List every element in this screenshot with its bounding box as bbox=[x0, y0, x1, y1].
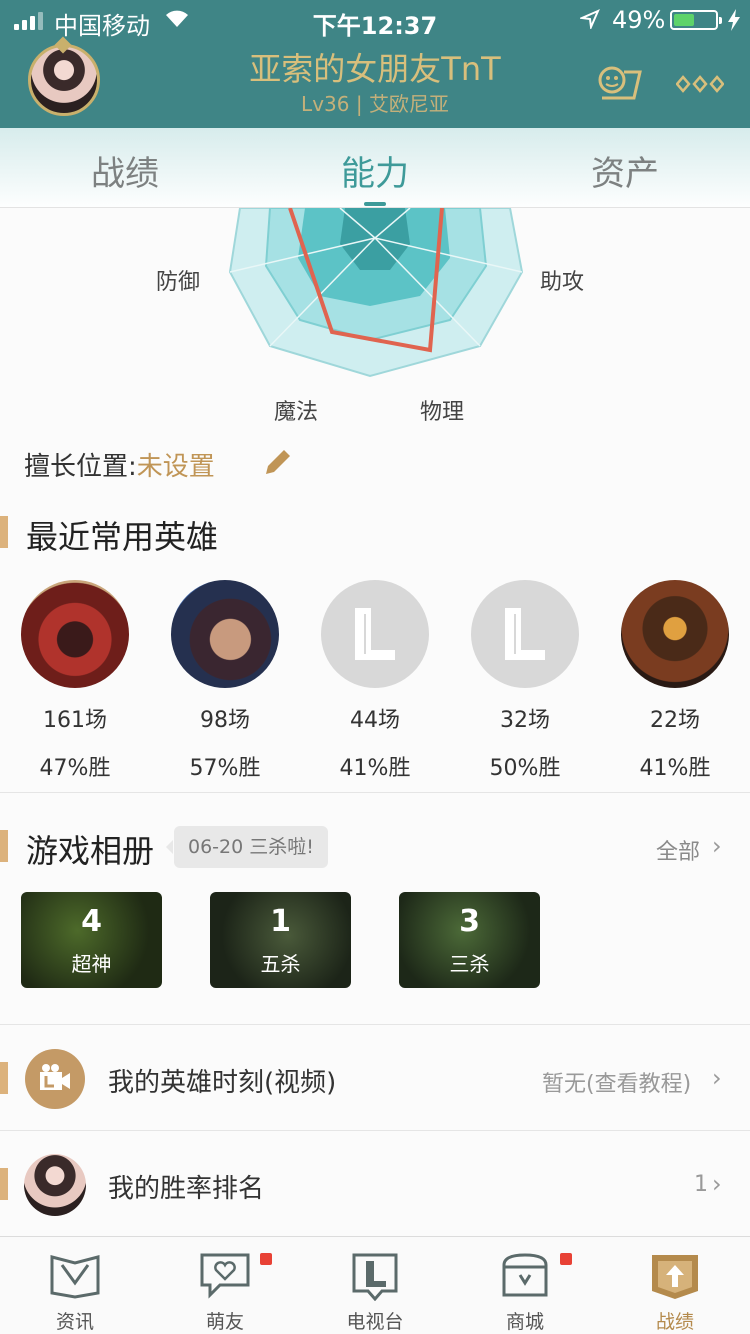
album-tip-bubble: 06-20 三杀啦! bbox=[166, 826, 328, 868]
nav-tv-label: 电视台 bbox=[346, 1311, 404, 1333]
friends-chat-icon bbox=[200, 1253, 250, 1299]
tv-icon bbox=[352, 1253, 398, 1301]
profile-card-icon[interactable] bbox=[596, 64, 642, 104]
location-arrow-icon bbox=[580, 9, 600, 29]
hero-card[interactable]: 22场 41%胜 bbox=[600, 580, 750, 782]
ranking-title: 我的胜率排名 bbox=[108, 1174, 265, 1204]
moments-status: 暂无(查看教程) bbox=[542, 1072, 692, 1097]
nav-shop[interactable]: 商城 bbox=[450, 1237, 600, 1334]
hero-card[interactable]: 161场 47%胜 bbox=[0, 580, 150, 782]
ranking-avatar bbox=[24, 1154, 86, 1216]
hero-games: 161场 bbox=[43, 708, 107, 733]
hero-games: 44场 bbox=[350, 708, 400, 733]
position-label: 擅长位置: bbox=[24, 452, 137, 482]
album-all-link[interactable]: 全部 bbox=[656, 834, 700, 866]
default-L-icon bbox=[471, 580, 579, 688]
position-value[interactable]: 未设置 bbox=[137, 452, 215, 482]
hero-winrate: 41%胜 bbox=[339, 756, 411, 781]
hero-games: 22场 bbox=[650, 708, 700, 733]
album-section-title: 游戏相册 bbox=[26, 832, 155, 870]
tab-ability[interactable]: 能力 bbox=[250, 146, 500, 206]
nav-tv[interactable]: 电视台 bbox=[300, 1237, 450, 1334]
default-L-icon bbox=[321, 580, 429, 688]
radar-label-physical: 物理 bbox=[420, 400, 465, 425]
hero-card[interactable]: 44场 41%胜 bbox=[300, 580, 450, 782]
section-accent-bar bbox=[0, 1168, 8, 1200]
divider bbox=[0, 1130, 750, 1131]
hero-games: 98场 bbox=[200, 708, 250, 733]
yasuo-portrait-icon bbox=[171, 580, 279, 688]
hero-winrate: 50%胜 bbox=[489, 756, 561, 781]
radar-label-defense: 防御 bbox=[156, 270, 201, 295]
hero-winrate: 57%胜 bbox=[189, 756, 261, 781]
hero-winrate: 41%胜 bbox=[639, 756, 711, 781]
app-header: 中国移动 下午12:37 49% 亚索的女朋友TnT Lv36 | 艾欧尼亚 bbox=[0, 0, 750, 128]
nav-record[interactable]: 战绩 bbox=[600, 1237, 750, 1334]
shop-chest-icon bbox=[502, 1253, 548, 1297]
chevron-right-icon: › bbox=[712, 1170, 722, 1198]
battery-icon bbox=[670, 10, 722, 30]
album-item[interactable]: 4 超神 bbox=[21, 892, 162, 988]
user-level: Lv36 bbox=[301, 92, 350, 116]
nav-shop-label: 商城 bbox=[505, 1311, 544, 1333]
nav-friends[interactable]: 萌友 bbox=[150, 1237, 300, 1334]
nav-friends-label: 萌友 bbox=[205, 1311, 244, 1333]
hero-winrate: 47%胜 bbox=[39, 756, 111, 781]
record-shield-icon bbox=[652, 1255, 698, 1299]
zed-portrait-icon bbox=[21, 580, 129, 688]
album-label: 超神 bbox=[71, 952, 112, 976]
nav-news[interactable]: 资讯 bbox=[0, 1237, 150, 1334]
ability-radar-chart bbox=[228, 208, 524, 378]
tab-active-indicator bbox=[364, 202, 386, 206]
radar-label-magic: 魔法 bbox=[274, 400, 319, 425]
section-accent-bar bbox=[0, 1062, 8, 1094]
video-camera-icon bbox=[25, 1049, 85, 1109]
more-options-icon[interactable] bbox=[676, 74, 724, 94]
status-bar: 中国移动 下午12:37 49% bbox=[0, 0, 750, 40]
user-server: 艾欧尼亚 bbox=[368, 92, 449, 116]
nav-shop-badge bbox=[560, 1253, 572, 1265]
heroes-section-title: 最近常用英雄 bbox=[26, 518, 219, 556]
edit-pencil-icon[interactable] bbox=[262, 446, 294, 478]
divider bbox=[0, 1024, 750, 1025]
ranking-value: 1 bbox=[694, 1172, 708, 1197]
section-accent-bar bbox=[0, 516, 8, 548]
album-label: 五杀 bbox=[260, 952, 301, 976]
tab-bar: 战绩 能力 资产 bbox=[0, 128, 750, 208]
position-row: 擅长位置:未设置 bbox=[24, 446, 215, 483]
album-count: 3 bbox=[459, 904, 480, 939]
hero-games: 32场 bbox=[500, 708, 550, 733]
tab-assets[interactable]: 资产 bbox=[500, 146, 750, 195]
tab-record[interactable]: 战绩 bbox=[0, 146, 250, 195]
moments-title: 我的英雄时刻(视频) bbox=[108, 1068, 337, 1098]
hero-card[interactable]: 98场 57%胜 bbox=[150, 580, 300, 782]
section-accent-bar bbox=[0, 830, 8, 862]
album-count: 4 bbox=[81, 904, 102, 939]
news-book-icon bbox=[50, 1255, 100, 1299]
nav-friends-badge bbox=[260, 1253, 272, 1265]
battery-percent: 49% bbox=[612, 6, 666, 34]
album-count: 1 bbox=[270, 904, 291, 939]
album-label: 三杀 bbox=[449, 952, 490, 976]
charging-bolt-icon bbox=[728, 9, 740, 31]
chevron-right-icon: › bbox=[712, 832, 722, 860]
chevron-right-icon: › bbox=[712, 1064, 722, 1092]
bottom-nav: 资讯 萌友 电视台 商城 战绩 bbox=[0, 1236, 750, 1334]
album-item[interactable]: 3 三杀 bbox=[399, 892, 540, 988]
radar-label-assist: 助攻 bbox=[540, 270, 585, 295]
album-item[interactable]: 1 五杀 bbox=[210, 892, 351, 988]
nav-news-label: 资讯 bbox=[55, 1311, 94, 1333]
hero-card[interactable]: 32场 50%胜 bbox=[450, 580, 600, 782]
tab-ability-label: 能力 bbox=[341, 154, 409, 194]
armored-portrait-icon bbox=[621, 580, 729, 688]
nav-record-label: 战绩 bbox=[655, 1311, 694, 1333]
divider bbox=[0, 792, 750, 793]
